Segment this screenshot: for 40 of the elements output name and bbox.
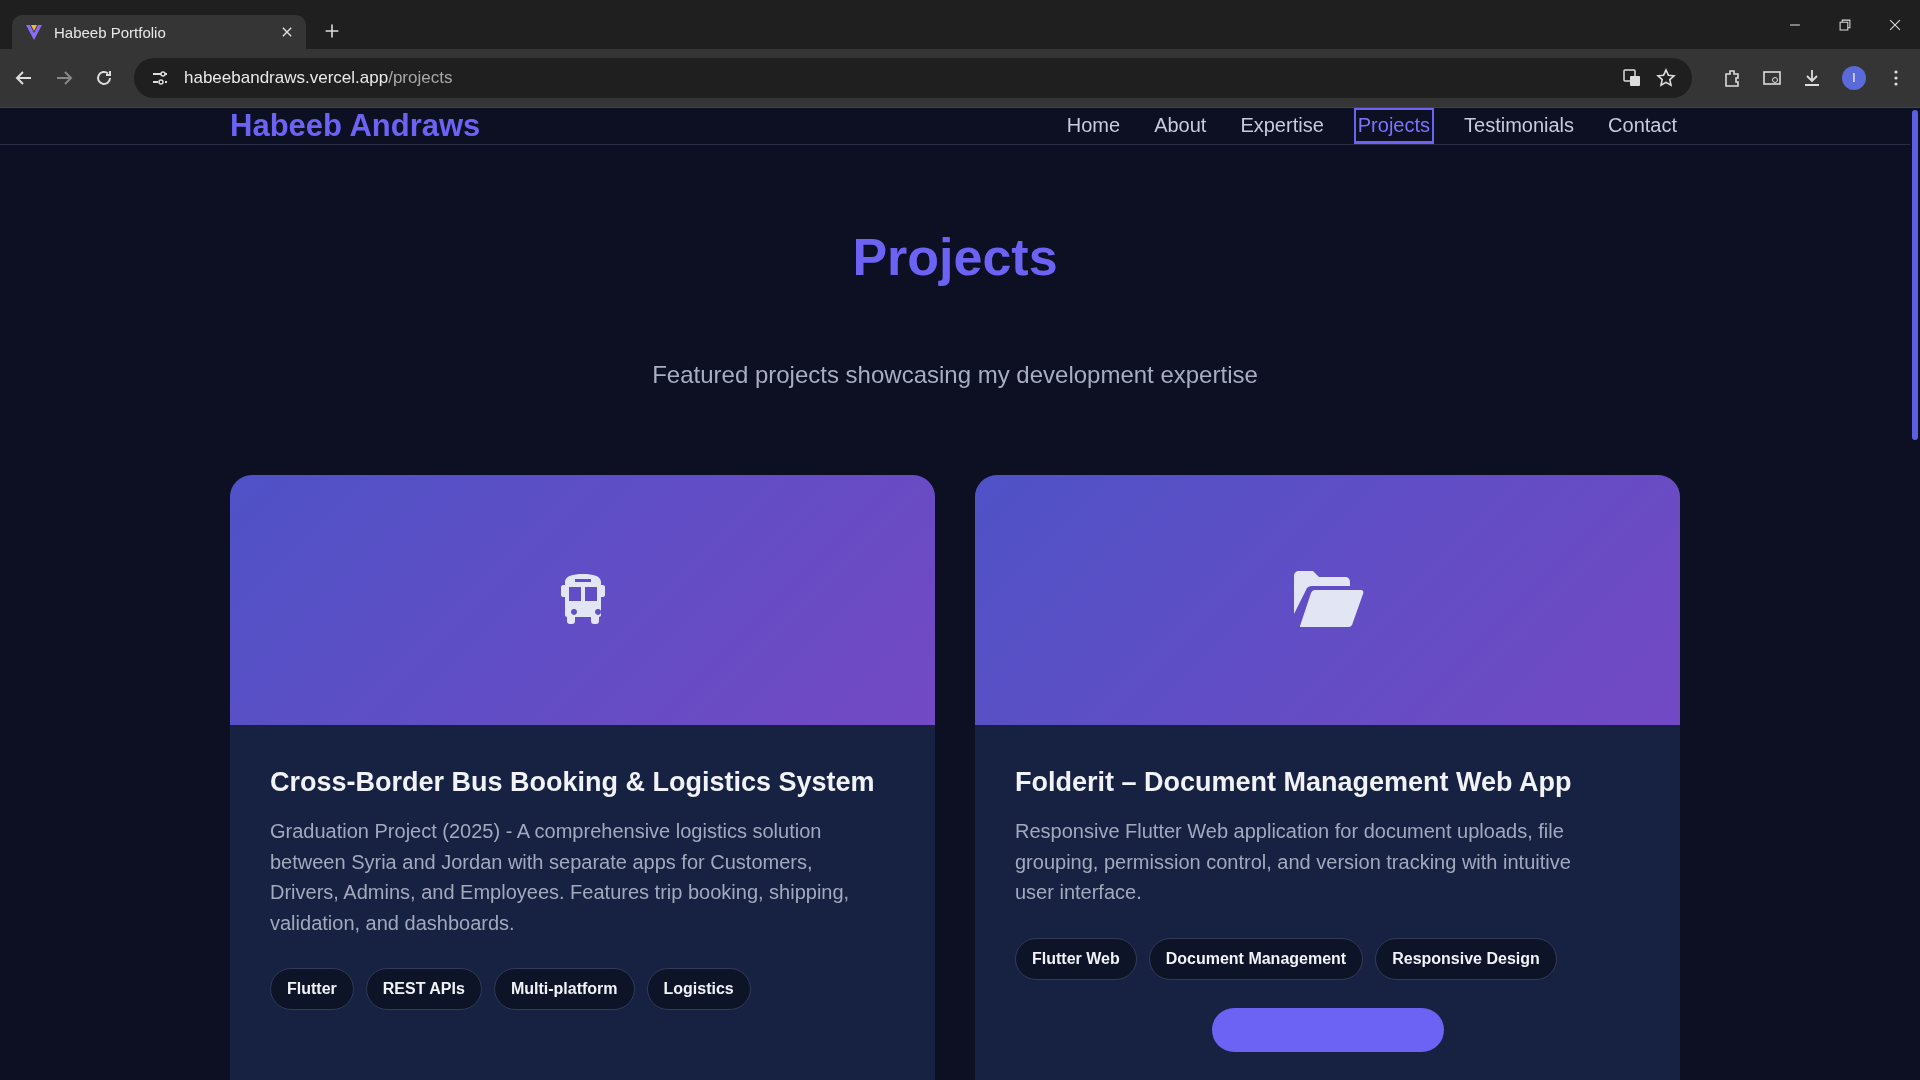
nav-link[interactable]: Contact: [1604, 108, 1681, 144]
tech-tag: Logistics: [646, 968, 751, 1010]
close-icon[interactable]: [1888, 17, 1902, 32]
site-brand[interactable]: Habeeb Andraws: [230, 108, 481, 144]
project-description: Responsive Flutter Web application for document uploads, file grouping, permission control, and version tracking with intuitive user interface.: [1015, 819, 1572, 905]
translate-icon[interactable]: [1622, 68, 1642, 88]
folder-icon: [1291, 570, 1364, 630]
nav-link[interactable]: Testimonials: [1460, 108, 1579, 144]
browser-tab[interactable]: Habeeb Portfolio: [12, 15, 306, 49]
download-icon[interactable]: [1802, 68, 1822, 88]
project-description: Graduation Project (2025) - A comprehensive logistics solution between Syria and Jordan with separate apps for Customers, Drivers, Admins, and Employees. Features trip booking, shipping, validation, and dashboards.: [270, 819, 851, 936]
site-logo-icon: [24, 22, 44, 42]
nav-link[interactable]: About: [1150, 108, 1211, 144]
close-icon[interactable]: [280, 25, 294, 39]
tech-tag: REST APIs: [365, 968, 482, 1010]
site-settings-icon[interactable]: [150, 68, 170, 88]
address-bar[interactable]: habeebandraws.vercel.app/projects: [134, 58, 1692, 98]
new-tab-icon[interactable]: [324, 23, 340, 39]
tech-tag: Flutter: [270, 968, 354, 1010]
tab-title: Habeeb Portfolio: [54, 23, 167, 41]
tech-tag: Multi-platform: [493, 968, 635, 1010]
puzzle-icon[interactable]: [1722, 68, 1742, 88]
tech-tag: Flutter Web: [1015, 937, 1137, 980]
url-text: habeebandraws.vercel.app/projects: [184, 68, 454, 88]
project-title: Cross-Border Bus Booking & Logistics System: [270, 767, 876, 798]
scrollbar-thumb[interactable]: [1912, 110, 1918, 440]
reload-icon[interactable]: [94, 68, 114, 88]
project-title: Folderit – Document Management Web App: [1015, 767, 1573, 798]
nav-link[interactable]: Home: [1062, 108, 1125, 144]
tech-tag: Document Management: [1148, 937, 1364, 980]
restore-icon[interactable]: [1838, 17, 1852, 32]
page-heading: Projects: [852, 227, 1058, 287]
project-button[interactable]: [1211, 1007, 1444, 1052]
profile-avatar[interactable]: I: [1842, 66, 1866, 90]
tech-tag: Responsive Design: [1375, 937, 1557, 980]
screen-search-icon[interactable]: [1762, 68, 1782, 88]
star-icon[interactable]: [1656, 68, 1676, 88]
nav-link[interactable]: Expertise: [1236, 108, 1328, 144]
nav-link[interactable]: Projects: [1353, 108, 1434, 144]
page-subtitle: Featured projects showcasing my development expertise: [652, 361, 1258, 389]
